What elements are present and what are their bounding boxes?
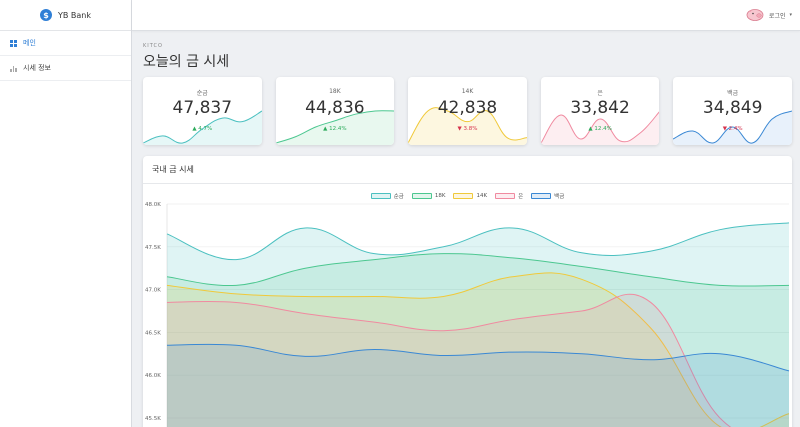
card-label: 18K [329,88,341,95]
chart-panel-title: 국내 금 시세 [143,156,792,184]
price-card[interactable]: 은 33,842 ▲ 12.4% [540,77,660,145]
y-tick-label: 48.0K [145,202,161,208]
card-change: ▲ 4.7% [192,126,213,132]
card-label: 순금 [196,90,208,97]
price-card[interactable]: 백금 34,849 ▼ 2.4% [673,77,792,145]
chevron-down-icon: ▾ [789,12,792,18]
login-menu[interactable]: 로그인 ▾ [745,8,792,22]
y-tick-label: 46.5K [145,330,161,336]
chart-panel: 국내 금 시세 순금 18K 14K 은 백금 48.0K 47.5K 47.0K 4… [143,156,792,427]
price-card[interactable]: 순금 47,837 ▲ 4.7% [143,77,262,145]
page-title: 오늘의 금 시세 [143,54,230,70]
bank-logo-icon: $ [39,9,52,21]
page-subtitle: KITCO [143,43,163,49]
y-tick-label: 46.0K [145,373,161,379]
card-value: 33,842 [570,98,630,118]
y-tick-label: 47.5K [145,245,161,251]
sidebar-item-price-info[interactable]: 시세 정보 [0,56,131,81]
price-card[interactable]: 18K 44,836 ▲ 12.4% [275,77,395,145]
login-label: 로그인 [768,12,786,20]
card-value: 44,836 [305,98,365,118]
price-card[interactable]: 14K 42,838 ▼ 3.8% [408,77,527,145]
sidebar-item-label: 시세 정보 [23,64,51,72]
y-tick-label: 45.5K [145,416,161,422]
sidebar-item-main[interactable]: 메인 [0,31,131,56]
brand-name: YB Bank [57,10,91,20]
card-change: ▼ 3.8% [457,126,478,132]
y-tick-label: 47.0K [145,288,161,294]
main-content: KITCO 오늘의 금 시세 순금 47,837 ▲ 4.7% 18K 44,8… [132,31,800,427]
price-cards: 순금 47,837 ▲ 4.7% 18K 44,836 ▲ 12.4% 14K … [143,77,792,145]
card-change: ▼ 2.4% [722,126,743,132]
grid-icon [10,39,17,47]
card-value: 42,838 [437,98,498,118]
pig-avatar-icon [746,9,764,21]
bar-chart-icon [10,65,17,72]
card-label: 백금 [727,90,739,97]
brand[interactable]: $ YB Bank [0,0,131,31]
topbar: 로그인 ▾ [132,0,800,31]
card-change: ▲ 12.4% [323,126,347,132]
card-value: 34,849 [702,98,763,118]
sidebar-item-label: 메인 [23,39,36,47]
price-area-chart: 48.0K 47.5K 47.0K 46.5K 46.0K 45.5K [145,202,790,427]
series-area [167,344,789,427]
card-label: 14K [461,88,474,95]
card-label: 은 [597,90,603,97]
card-change: ▲ 12.4% [588,126,612,132]
card-value: 47,837 [172,98,233,118]
sidebar: $ YB Bank 메인 시세 정보 [0,0,132,427]
